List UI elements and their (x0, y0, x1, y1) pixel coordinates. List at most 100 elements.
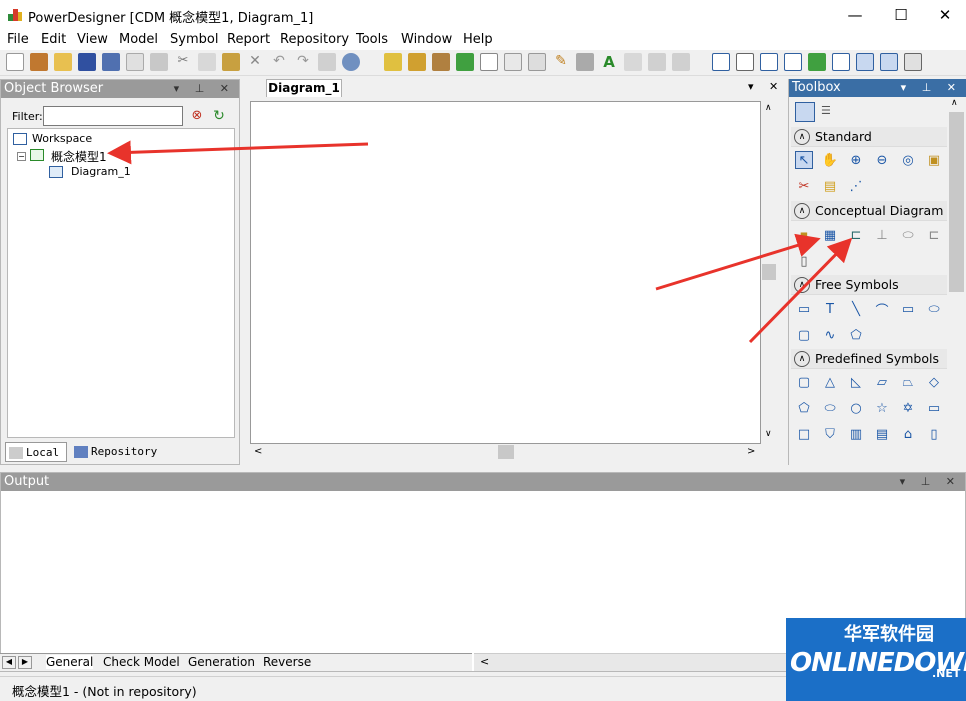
horizontal-scrollbar[interactable]: < > (250, 444, 761, 461)
vertical-scrollbar[interactable]: ∧ ∨ (761, 101, 778, 444)
polyline-symbol-icon[interactable]: ∿ (821, 326, 839, 344)
maximize-button[interactable]: ☐ (878, 0, 924, 30)
shield-shape-icon[interactable]: ⛉ (821, 425, 839, 443)
entity-tool-icon[interactable]: ▦ (821, 226, 839, 244)
menu-edit[interactable]: Edit (41, 32, 66, 47)
note-tool-icon[interactable]: ▤ (821, 177, 839, 195)
filter-input[interactable] (43, 106, 183, 126)
square-shape-icon[interactable]: □ (795, 425, 813, 443)
format-icon[interactable] (528, 53, 546, 71)
print-preview-icon[interactable] (126, 53, 144, 71)
right-triangle-shape-icon[interactable]: ◺ (847, 373, 865, 391)
paste-icon[interactable] (222, 53, 240, 71)
scroll-up-icon[interactable]: ∧ (765, 103, 772, 113)
diamond-shape-icon[interactable]: ◇ (925, 373, 943, 391)
scroll-left-icon[interactable]: < (254, 446, 262, 457)
scroll-down-icon[interactable]: ∨ (765, 429, 772, 439)
line-symbol-icon[interactable]: ╲ (847, 300, 865, 318)
card-shape-icon[interactable]: ▭ (925, 399, 943, 417)
list-view-toggle-icon[interactable]: ☰ (821, 104, 837, 120)
tab-local[interactable]: Local (5, 442, 67, 462)
file-tool-icon[interactable]: ▯ (795, 252, 813, 270)
tree-model[interactable]: 概念模型1 (51, 148, 107, 165)
window-icon[interactable] (736, 53, 754, 71)
arc-symbol-icon[interactable]: ⌒ (873, 300, 891, 319)
save-all-icon[interactable] (102, 53, 120, 71)
print-icon[interactable] (150, 53, 168, 71)
result-list-icon[interactable] (808, 53, 826, 71)
output-controls[interactable]: ▾ ⊥ ✕ (900, 473, 961, 491)
toolbox-controls[interactable]: ▾ ⊥ ✕ (901, 79, 962, 97)
package-tool-icon[interactable]: ▪ (795, 226, 813, 244)
tab-prev-icon[interactable]: ◀ (2, 656, 16, 669)
output-hscrollbar[interactable]: < (474, 653, 786, 671)
circle-shape-icon[interactable]: ○ (847, 399, 865, 417)
association-tool-icon[interactable]: ⬭ (899, 226, 917, 244)
check-model-icon[interactable] (384, 53, 402, 71)
menu-view[interactable]: View (77, 32, 108, 47)
menu-file[interactable]: File (7, 32, 29, 47)
grabber-tool-icon[interactable]: ✋ (821, 151, 839, 169)
close-button[interactable]: ✕ (922, 0, 966, 30)
triangle-shape-icon[interactable]: △ (821, 373, 839, 391)
tree-diagram[interactable]: Diagram_1 (71, 165, 131, 178)
align-icon[interactable] (624, 53, 642, 71)
reverse-engineer-icon[interactable] (432, 53, 450, 71)
toolbox-scrollbar[interactable]: ∧ (948, 98, 965, 465)
tab-check-model[interactable]: Check Model (103, 655, 180, 669)
line-style-icon[interactable]: ✎ (552, 53, 570, 71)
diagram-canvas[interactable] (250, 101, 761, 444)
save-icon[interactable] (78, 53, 96, 71)
rounded-rect-symbol-icon[interactable]: ▢ (795, 326, 813, 344)
toolbox-scroll-thumb[interactable] (949, 112, 964, 292)
redo-icon[interactable]: ↷ (294, 53, 312, 71)
section-free-symbols[interactable]: ∧ Free Symbols (791, 275, 947, 295)
tab-repository[interactable]: Repository (71, 442, 159, 462)
clear-filter-icon[interactable]: ⊗ (189, 108, 205, 124)
star-shape-icon[interactable]: ☆ (873, 399, 891, 417)
update-model-icon[interactable] (456, 53, 474, 71)
note-symbol-icon[interactable]: ▭ (795, 300, 813, 318)
section-predefined-symbols[interactable]: ∧ Predefined Symbols (791, 349, 947, 369)
new-icon[interactable] (6, 53, 24, 71)
browser-icon[interactable] (760, 53, 778, 71)
document-shape-icon[interactable]: ▯ (925, 425, 943, 443)
shadow-icon[interactable] (504, 53, 522, 71)
diagram-window-controls[interactable]: ▾ ✕ (748, 80, 784, 93)
scroll-right-icon[interactable]: > (747, 446, 755, 457)
menu-report[interactable]: Report (227, 32, 270, 47)
open-diagram-icon[interactable]: ◎ (899, 151, 917, 169)
panel-controls[interactable]: ▾ ⊥ ✕ (174, 80, 235, 98)
trapezoid-shape-icon[interactable]: ⏢ (899, 373, 917, 391)
scroll-up-icon[interactable]: ∧ (951, 98, 958, 108)
output-icon[interactable] (784, 53, 802, 71)
layout-icon[interactable] (712, 53, 730, 71)
tab-generation[interactable]: Generation (188, 655, 255, 669)
forward-icon[interactable] (672, 53, 690, 71)
menu-model[interactable]: Model (119, 32, 158, 47)
section-conceptual-diagram[interactable]: ∧ Conceptual Diagram (791, 201, 947, 221)
find-objects-icon[interactable] (342, 53, 360, 71)
refresh-icon[interactable]: ↻ (211, 108, 227, 124)
font-icon[interactable]: A (600, 53, 618, 71)
copy-icon[interactable] (198, 53, 216, 71)
table-shape-icon[interactable]: ▤ (873, 425, 891, 443)
zoom-in-icon[interactable]: ⊕ (847, 151, 865, 169)
rounded-rect-shape-icon[interactable]: ▢ (795, 373, 813, 391)
tab-next-icon[interactable]: ▶ (18, 656, 32, 669)
association-link-tool-icon[interactable]: ⊏ (925, 226, 943, 244)
zoom-window-icon[interactable] (856, 53, 874, 71)
menu-window[interactable]: Window (401, 32, 452, 47)
tab-diagram[interactable]: Diagram_1 (266, 79, 342, 97)
new-project-icon[interactable] (30, 53, 48, 71)
collapse-icon[interactable]: − (17, 152, 26, 161)
menu-help[interactable]: Help (463, 32, 493, 47)
toolbox-icon[interactable] (832, 53, 850, 71)
menu-tools[interactable]: Tools (356, 32, 388, 47)
fill-icon[interactable] (576, 53, 594, 71)
minimize-button[interactable]: — (832, 0, 878, 30)
scroll-left-icon[interactable]: < (480, 655, 489, 668)
zoom-out-icon[interactable]: ⊖ (873, 151, 891, 169)
report-icon[interactable] (480, 53, 498, 71)
polygon-symbol-icon[interactable]: ⬠ (847, 326, 865, 344)
